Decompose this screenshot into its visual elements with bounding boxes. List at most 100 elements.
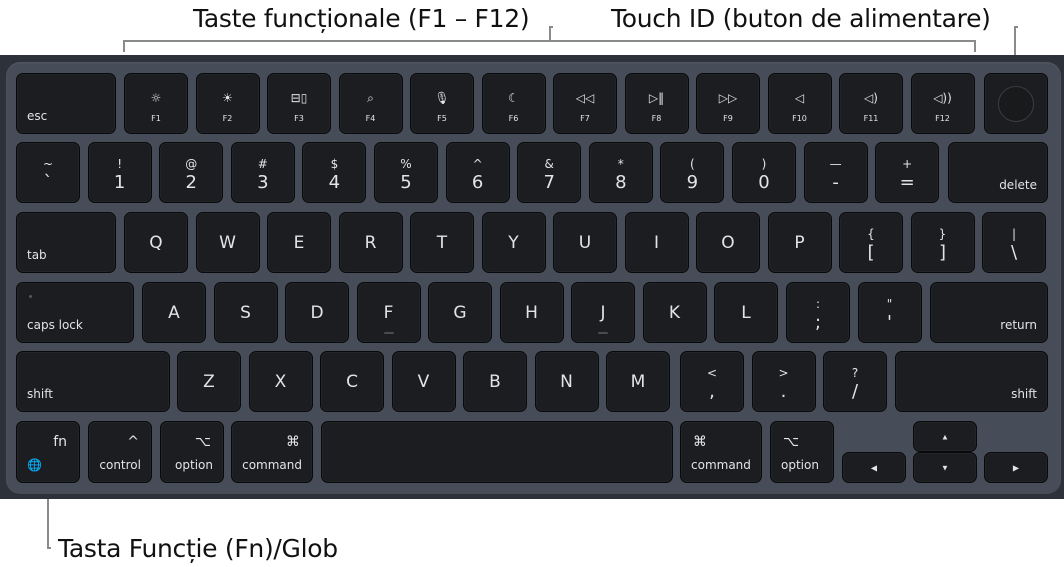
option-icon: ⌥	[783, 434, 800, 450]
arrow-right-icon: ▶	[1012, 463, 1020, 472]
key-bracket-0[interactable]: {[	[839, 212, 903, 273]
control-caret-icon: ^	[127, 434, 139, 450]
key-option-right-label: option	[781, 458, 819, 472]
key-esc[interactable]: esc	[16, 73, 116, 134]
key-bracket-2[interactable]: | \	[982, 212, 1046, 273]
key-command-right[interactable]: ⌘ command	[680, 421, 762, 483]
key-num-6[interactable]: ^ 6	[445, 142, 510, 203]
key-punct-z-1[interactable]: >.	[751, 351, 816, 412]
key-space[interactable]	[321, 421, 673, 483]
line-fn-globe-tick	[47, 547, 51, 549]
key-i[interactable]: I	[624, 212, 689, 273]
key-l[interactable]: L	[714, 282, 778, 343]
key-letter: O	[721, 232, 735, 253]
key-o[interactable]: O	[696, 212, 760, 273]
key-e[interactable]: E	[267, 212, 331, 273]
key-tab[interactable]: tab	[16, 212, 116, 273]
key-s[interactable]: S	[213, 282, 278, 343]
key-y[interactable]: Y	[481, 212, 546, 273]
key-g[interactable]: G	[428, 282, 492, 343]
key-control[interactable]: ^ control	[88, 421, 152, 483]
key-arrow-up[interactable]: ▲	[913, 421, 977, 452]
key-q[interactable]: Q	[124, 212, 188, 273]
key-fn-globe[interactable]: fn 🌐	[16, 421, 80, 483]
key-punct-0[interactable]: :;	[786, 282, 850, 343]
key-b[interactable]: B	[463, 351, 527, 412]
key-shift-symbol: )	[761, 157, 767, 171]
key-c[interactable]: C	[320, 351, 384, 412]
key-f10[interactable]: ◁ F10	[767, 73, 832, 134]
key-arrow-left[interactable]: ◀	[842, 452, 906, 483]
key-n[interactable]: N	[534, 351, 599, 412]
key-f8[interactable]: ▷‖ F8	[624, 73, 689, 134]
key-num-8[interactable]: * 8	[588, 142, 653, 203]
key-f5-label: F5	[437, 114, 447, 123]
key-r[interactable]: R	[338, 212, 403, 273]
mute-icon: ◁	[794, 91, 805, 105]
key-num-2[interactable]: @2	[159, 142, 224, 203]
key-d[interactable]: D	[285, 282, 349, 343]
key-backtick[interactable]: ~ `	[16, 142, 80, 203]
key-shift-right[interactable]: shift	[895, 351, 1048, 412]
key-f3-label: F3	[294, 114, 304, 123]
key-f11[interactable]: ◁) F11	[839, 73, 903, 134]
key-x[interactable]: X	[248, 351, 313, 412]
key-letter: L	[741, 302, 751, 323]
key-punct-1[interactable]: " '	[857, 282, 922, 343]
key-f6[interactable]: ☾ F6	[481, 73, 546, 134]
key-num-5[interactable]: % 5	[374, 142, 438, 203]
key-v[interactable]: V	[391, 351, 456, 412]
key-bracket-1[interactable]: }]	[910, 212, 975, 273]
key-num-12[interactable]: + =	[875, 142, 940, 203]
key-f7[interactable]: ◁◁ F7	[553, 73, 617, 134]
key-t[interactable]: T	[410, 212, 474, 273]
key-f5[interactable]: 🎙 F5	[410, 73, 474, 134]
key-h[interactable]: H	[499, 282, 564, 343]
key-z[interactable]: Z	[177, 351, 241, 412]
key-m[interactable]: M	[606, 351, 670, 412]
key-caps-lock[interactable]: caps lock	[16, 282, 134, 343]
key-main-symbol: ;	[814, 312, 822, 333]
key-f3[interactable]: ⊟▯ F3	[267, 73, 331, 134]
key-punct-z-0[interactable]: <,	[680, 351, 744, 412]
key-touch-id[interactable]	[984, 73, 1048, 134]
key-shift-symbol: —	[829, 157, 842, 171]
key-num-1[interactable]: ! 1	[87, 142, 152, 203]
key-a[interactable]: A	[142, 282, 206, 343]
key-letter: Q	[149, 232, 163, 253]
key-k[interactable]: K	[642, 282, 707, 343]
key-shift-symbol: }	[938, 227, 947, 241]
key-main-symbol: 3	[257, 172, 269, 193]
key-arrow-down[interactable]: ▼	[913, 452, 977, 483]
key-f4[interactable]: ⌕ F4	[338, 73, 403, 134]
key-f12-label: F12	[935, 114, 950, 123]
key-f1[interactable]: ☼ F1	[124, 73, 188, 134]
key-f12[interactable]: ◁)) F12	[910, 73, 975, 134]
key-punct-z-2[interactable]: ? /	[823, 351, 887, 412]
key-num-9[interactable]: (9	[660, 142, 725, 203]
key-delete[interactable]: delete	[948, 142, 1048, 203]
key-num-10[interactable]: ) 0	[732, 142, 796, 203]
key-shift-left[interactable]: shift	[16, 351, 170, 412]
key-shift-symbol: <	[706, 366, 718, 380]
key-f[interactable]: F	[356, 282, 421, 343]
key-arrow-right[interactable]: ▶	[984, 452, 1048, 483]
key-command-left[interactable]: ⌘ command	[231, 421, 313, 483]
key-caps-lock-label: caps lock	[27, 318, 83, 332]
key-return[interactable]: return	[930, 282, 1048, 343]
key-f2[interactable]: ☀ F2	[195, 73, 260, 134]
key-shift-symbol: "	[886, 297, 893, 311]
key-num-7[interactable]: & 7	[517, 142, 582, 203]
key-w[interactable]: W	[195, 212, 260, 273]
key-option-left[interactable]: ⌥ option	[160, 421, 224, 483]
key-option-right[interactable]: ⌥ option	[770, 421, 834, 483]
key-j[interactable]: J	[571, 282, 635, 343]
key-letter: U	[578, 232, 592, 253]
key-letter: Y	[508, 232, 519, 253]
key-f9[interactable]: ▷▷ F9	[696, 73, 760, 134]
key-num-3[interactable]: #3	[230, 142, 295, 203]
key-num-11[interactable]: — -	[803, 142, 868, 203]
key-p[interactable]: P	[767, 212, 832, 273]
key-u[interactable]: U	[553, 212, 617, 273]
key-num-4[interactable]: $4	[302, 142, 367, 203]
